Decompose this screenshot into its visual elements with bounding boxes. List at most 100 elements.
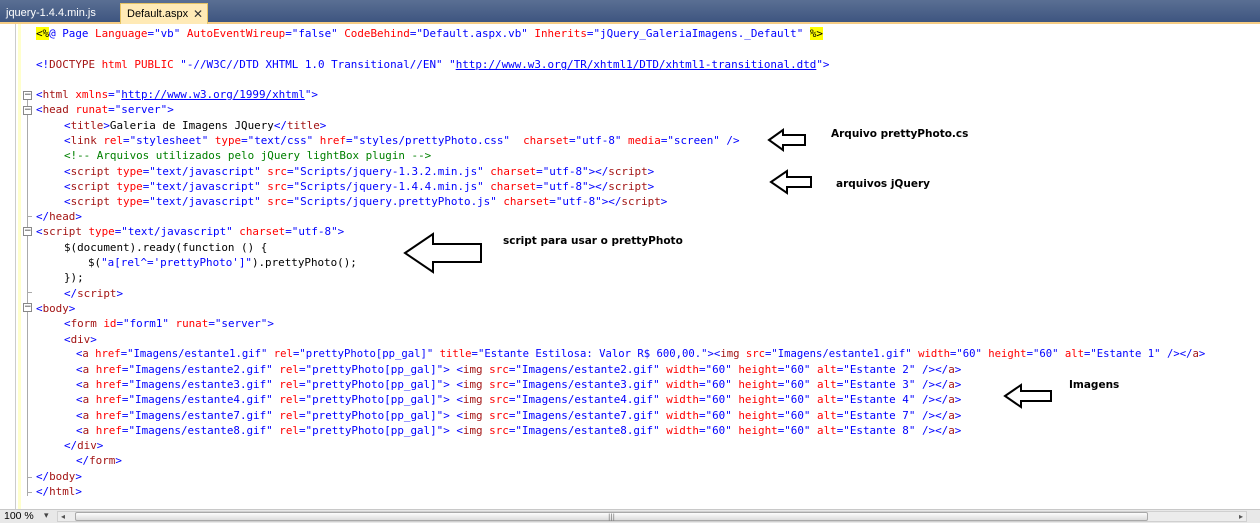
gt: > (75, 470, 82, 483)
directive: @ Page (49, 27, 96, 40)
tag-name: head (42, 103, 69, 116)
code-token: "Imagens/estante4.gif" (128, 393, 273, 406)
close-icon[interactable]: ✕ (193, 4, 203, 24)
code-token: alt (817, 424, 837, 437)
tag-name: title (286, 119, 320, 132)
code-token: href (95, 409, 122, 422)
annotation-pretty-css: Arquivo prettyPhoto.cs (831, 128, 969, 140)
tag-name: head (49, 210, 76, 223)
grip-icon: ||| (607, 513, 616, 521)
tag-name: script (608, 165, 648, 178)
sp (510, 134, 523, 147)
text: Galeria de Imagens JQuery (109, 119, 274, 132)
attr: charset (239, 225, 286, 238)
code-line-head-open: <head runat="server"> (36, 102, 174, 117)
val: "server" (214, 317, 268, 330)
code-line-div-open: <div> (64, 332, 97, 347)
tag-name: script (621, 195, 661, 208)
code-token: "Imagens/estante7.gif" (515, 409, 660, 422)
tag-name: div (77, 439, 97, 452)
code-token: height (738, 393, 778, 406)
tab-jquery-min-js[interactable]: jquery-1.4.4.min.js (0, 3, 102, 24)
left-arrow-icon (769, 169, 812, 195)
code-token: alt (817, 409, 837, 422)
fold-end (27, 477, 32, 478)
attr: src (267, 165, 287, 178)
tag-name: DOCTYPE (49, 58, 96, 71)
code-token: "Imagens/estante3.gif" (128, 378, 273, 391)
code-line-div-close: </div> (64, 438, 103, 453)
code-token: rel (279, 424, 299, 437)
attr: charset (503, 195, 550, 208)
scroll-left-icon[interactable]: ◂ (61, 512, 65, 522)
collapse-html-icon[interactable]: − (23, 91, 32, 100)
attr: Language (95, 27, 148, 40)
code-line-form-open: <form id="form1" runat="server"> (64, 316, 274, 331)
attr: charset (523, 134, 569, 147)
code-token: href (95, 424, 122, 437)
code-editor[interactable]: − − − − <%@ Page Language="vb" AutoEvent… (0, 24, 1260, 509)
tab-default-aspx[interactable]: Default.aspx ✕ (120, 3, 208, 24)
val: "text/javascript" (121, 225, 233, 238)
chevron-down-icon[interactable]: ▾ (44, 510, 49, 523)
zoom-level[interactable]: 100 % (4, 510, 34, 523)
code-token: rel (279, 378, 299, 391)
code-line-anchor-row: <a href="Imagens/estante4.gif" rel="pret… (76, 392, 961, 407)
val: "60" (956, 348, 982, 360)
code-token: /></ (915, 378, 949, 391)
collapse-script-icon[interactable]: − (23, 227, 32, 236)
collapse-body-icon[interactable]: − (23, 303, 32, 312)
code-line-body-open: <body> (36, 301, 75, 316)
val: "prettyPhoto[pp_gal]" (299, 348, 434, 360)
attr: src (745, 348, 765, 360)
status-bar: 100 % ▾ ◂ ||| ▸ (0, 509, 1260, 523)
val: "text/javascript" (149, 195, 261, 208)
change-indicator-bar (18, 24, 21, 509)
code-token: "Imagens/estante7.gif" (128, 409, 273, 422)
code-token: src (489, 424, 509, 437)
attr: type (214, 134, 242, 147)
code-token: "prettyPhoto[pp_gal]" (305, 424, 444, 437)
lt: </ (36, 485, 50, 498)
horizontal-scrollbar[interactable]: ◂ ||| ▸ (57, 511, 1247, 522)
code-line-script-jquery-144: <script type="text/javascript" src="Scri… (64, 179, 654, 194)
gt-lt: >< (707, 348, 721, 360)
lt: </ (273, 119, 287, 132)
code-token: height (738, 378, 778, 391)
attr: CodeBehind (344, 27, 410, 40)
tag-name: form (70, 317, 97, 330)
xmlns-link[interactable]: http://www.w3.org/1999/xhtml (121, 88, 305, 101)
code-token: /></ (915, 409, 949, 422)
code-line-ready-close: }); (64, 271, 84, 284)
code-token: "60" (784, 363, 811, 376)
val: "Scripts/jquery-1.3.2.min.js" (293, 165, 484, 178)
attr: charset (490, 165, 537, 178)
code-token: > < (443, 409, 463, 422)
attr: type (116, 195, 143, 208)
code-token: "prettyPhoto[pp_gal]" (305, 378, 444, 391)
code-token: width (666, 409, 699, 422)
attr: html (101, 58, 128, 71)
code-token: img (462, 424, 483, 437)
tab-label: jquery-1.4.4.min.js (6, 7, 96, 19)
code-token: "Imagens/estante2.gif" (128, 363, 273, 376)
asp-delim: <% (36, 27, 50, 40)
tag-name: script (70, 165, 110, 178)
tab-label: Default.aspx (127, 8, 189, 20)
tag-name: img (720, 348, 740, 360)
collapse-head-icon[interactable]: − (23, 106, 32, 115)
annotation-jquery-files: arquivos jQuery (836, 178, 930, 190)
doctype-link[interactable]: http://www.w3.org/TR/xhtml1/DTD/xhtml1-t… (456, 58, 817, 71)
attr: type (116, 165, 143, 178)
gt: > (115, 454, 122, 467)
code-token: "Estante 3" (843, 378, 916, 391)
val: "Estante 1" (1090, 348, 1161, 360)
scroll-right-icon[interactable]: ▸ (1239, 512, 1243, 522)
tag-name: script (608, 180, 648, 193)
lt: ></ (588, 165, 609, 178)
code-token: height (738, 409, 778, 422)
scrollbar-thumb[interactable]: ||| (75, 512, 1148, 521)
attr: media (628, 134, 661, 147)
code-token: alt (817, 393, 837, 406)
code-token: alt (817, 378, 837, 391)
